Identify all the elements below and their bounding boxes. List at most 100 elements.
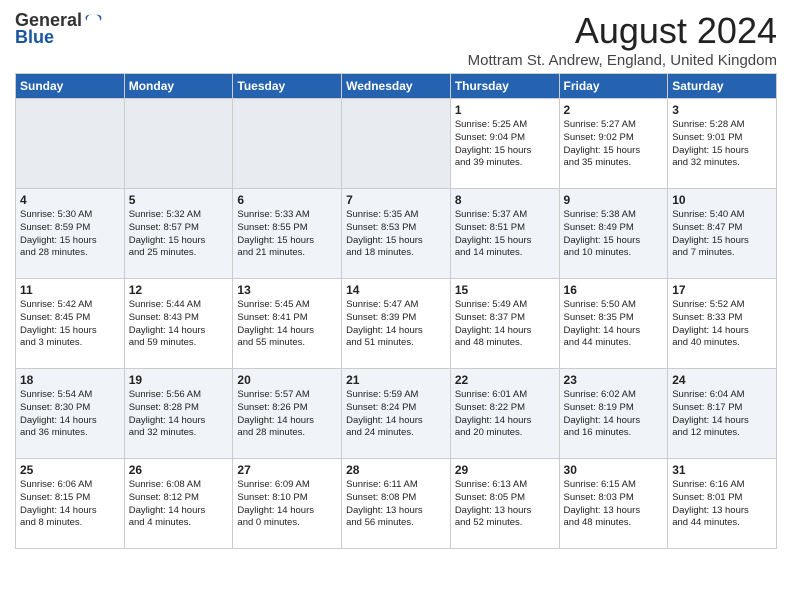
- cell-content: Sunrise: 5:54 AM Sunset: 8:30 PM Dayligh…: [20, 389, 120, 440]
- day-number: 23: [564, 373, 664, 387]
- calendar-cell: 14Sunrise: 5:47 AM Sunset: 8:39 PM Dayli…: [342, 279, 451, 369]
- cell-content: Sunrise: 5:32 AM Sunset: 8:57 PM Dayligh…: [129, 209, 229, 260]
- title-area: August 2024 Mottram St. Andrew, England,…: [468, 10, 777, 69]
- day-number: 13: [237, 283, 337, 297]
- logo: General Blue: [15, 10, 102, 48]
- header-wednesday: Wednesday: [342, 74, 451, 99]
- calendar-cell: [16, 99, 125, 189]
- day-number: 17: [672, 283, 772, 297]
- cell-content: Sunrise: 6:09 AM Sunset: 8:10 PM Dayligh…: [237, 479, 337, 530]
- page-header: General Blue August 2024 Mottram St. And…: [15, 10, 777, 69]
- calendar-cell: 8 Sunrise: 5:37 AM Sunset: 8:51 PM Daylig…: [450, 189, 559, 279]
- calendar-cell: 4 Sunrise: 5:30 AM Sunset: 8:59 PM Daylig…: [16, 189, 125, 279]
- day-number: 4: [20, 193, 120, 207]
- day-number: 29: [455, 463, 555, 477]
- calendar-cell: 19 Sunrise: 5:56 AM Sunset: 8:28 PM Dayli…: [124, 369, 233, 459]
- calendar-cell: [342, 99, 451, 189]
- day-number: 11: [20, 283, 120, 297]
- calendar-cell: 2Sunrise: 5:27 AM Sunset: 9:02 PM Daylig…: [559, 99, 668, 189]
- cell-content: Sunrise: 5:57 AM Sunset: 8:26 PM Dayligh…: [237, 389, 337, 440]
- day-number: 22: [455, 373, 555, 387]
- cell-content: Sunrise: 6:02 AM Sunset: 8:19 PM Dayligh…: [564, 389, 664, 440]
- cell-content: Sunrise: 5:44 AM Sunset: 8:43 PM Dayligh…: [129, 299, 229, 350]
- cell-content: Sunrise: 5:56 AM Sunset: 8:28 PM Dayligh…: [129, 389, 229, 440]
- header-row: SundayMondayTuesdayWednesdayThursdayFrid…: [16, 74, 777, 99]
- week-row-4: 18 Sunrise: 5:54 AM Sunset: 8:30 PM Dayli…: [16, 369, 777, 459]
- week-row-2: 4 Sunrise: 5:30 AM Sunset: 8:59 PM Daylig…: [16, 189, 777, 279]
- cell-content: Sunrise: 5:52 AM Sunset: 8:33 PM Dayligh…: [672, 299, 772, 350]
- cell-content: Sunrise: 5:59 AM Sunset: 8:24 PM Dayligh…: [346, 389, 446, 440]
- calendar-cell: 21 Sunrise: 5:59 AM Sunset: 8:24 PM Dayli…: [342, 369, 451, 459]
- calendar-cell: 7 Sunrise: 5:35 AM Sunset: 8:53 PM Daylig…: [342, 189, 451, 279]
- calendar-cell: 15 Sunrise: 5:49 AM Sunset: 8:37 PM Dayli…: [450, 279, 559, 369]
- logo-blue-text: Blue: [15, 27, 54, 48]
- day-number: 1: [455, 103, 555, 117]
- cell-content: Sunrise: 6:06 AM Sunset: 8:15 PM Dayligh…: [20, 479, 120, 530]
- header-friday: Friday: [559, 74, 668, 99]
- calendar-cell: 11 Sunrise: 5:42 AM Sunset: 8:45 PM Dayli…: [16, 279, 125, 369]
- calendar-cell: 10 Sunrise: 5:40 AM Sunset: 8:47 PM Dayli…: [668, 189, 777, 279]
- calendar-cell: 18 Sunrise: 5:54 AM Sunset: 8:30 PM Dayli…: [16, 369, 125, 459]
- calendar-cell: 9 Sunrise: 5:38 AM Sunset: 8:49 PM Daylig…: [559, 189, 668, 279]
- location-subtitle: Mottram St. Andrew, England, United King…: [468, 52, 777, 69]
- day-number: 21: [346, 373, 446, 387]
- day-number: 27: [237, 463, 337, 477]
- calendar-cell: 5 Sunrise: 5:32 AM Sunset: 8:57 PM Daylig…: [124, 189, 233, 279]
- calendar-cell: 12 Sunrise: 5:44 AM Sunset: 8:43 PM Dayli…: [124, 279, 233, 369]
- cell-content: Sunrise: 5:42 AM Sunset: 8:45 PM Dayligh…: [20, 299, 120, 350]
- calendar-cell: 30 Sunrise: 6:15 AM Sunset: 8:03 PM Dayli…: [559, 459, 668, 549]
- calendar-cell: 29 Sunrise: 6:13 AM Sunset: 8:05 PM Dayli…: [450, 459, 559, 549]
- day-number: 24: [672, 373, 772, 387]
- header-thursday: Thursday: [450, 74, 559, 99]
- cell-content: Sunrise: 6:13 AM Sunset: 8:05 PM Dayligh…: [455, 479, 555, 530]
- week-row-1: 1Sunrise: 5:25 AM Sunset: 9:04 PM Daylig…: [16, 99, 777, 189]
- day-number: 19: [129, 373, 229, 387]
- day-number: 18: [20, 373, 120, 387]
- day-number: 15: [455, 283, 555, 297]
- day-number: 16: [564, 283, 664, 297]
- calendar-cell: 24Sunrise: 6:04 AM Sunset: 8:17 PM Dayli…: [668, 369, 777, 459]
- calendar-cell: 23 Sunrise: 6:02 AM Sunset: 8:19 PM Dayli…: [559, 369, 668, 459]
- day-number: 8: [455, 193, 555, 207]
- cell-content: Sunrise: 5:38 AM Sunset: 8:49 PM Dayligh…: [564, 209, 664, 260]
- calendar-cell: 20 Sunrise: 5:57 AM Sunset: 8:26 PM Dayli…: [233, 369, 342, 459]
- cell-content: Sunrise: 6:11 AM Sunset: 8:08 PM Dayligh…: [346, 479, 446, 530]
- day-number: 20: [237, 373, 337, 387]
- day-number: 25: [20, 463, 120, 477]
- day-number: 5: [129, 193, 229, 207]
- calendar-cell: 17 Sunrise: 5:52 AM Sunset: 8:33 PM Dayli…: [668, 279, 777, 369]
- day-number: 14: [346, 283, 446, 297]
- cell-content: Sunrise: 5:49 AM Sunset: 8:37 PM Dayligh…: [455, 299, 555, 350]
- cell-content: Sunrise: 5:35 AM Sunset: 8:53 PM Dayligh…: [346, 209, 446, 260]
- day-number: 7: [346, 193, 446, 207]
- week-row-5: 25 Sunrise: 6:06 AM Sunset: 8:15 PM Dayli…: [16, 459, 777, 549]
- logo-bird-icon: [84, 12, 102, 30]
- day-number: 31: [672, 463, 772, 477]
- month-title: August 2024: [468, 10, 777, 52]
- cell-content: Sunrise: 5:50 AM Sunset: 8:35 PM Dayligh…: [564, 299, 664, 350]
- day-number: 10: [672, 193, 772, 207]
- day-number: 12: [129, 283, 229, 297]
- calendar-cell: 26Sunrise: 6:08 AM Sunset: 8:12 PM Dayli…: [124, 459, 233, 549]
- week-row-3: 11 Sunrise: 5:42 AM Sunset: 8:45 PM Dayli…: [16, 279, 777, 369]
- cell-content: Sunrise: 5:37 AM Sunset: 8:51 PM Dayligh…: [455, 209, 555, 260]
- calendar-table: SundayMondayTuesdayWednesdayThursdayFrid…: [15, 73, 777, 549]
- calendar-cell: 16 Sunrise: 5:50 AM Sunset: 8:35 PM Dayli…: [559, 279, 668, 369]
- calendar-cell: 31Sunrise: 6:16 AM Sunset: 8:01 PM Dayli…: [668, 459, 777, 549]
- calendar-cell: 13 Sunrise: 5:45 AM Sunset: 8:41 PM Dayli…: [233, 279, 342, 369]
- day-number: 9: [564, 193, 664, 207]
- cell-content: Sunrise: 5:30 AM Sunset: 8:59 PM Dayligh…: [20, 209, 120, 260]
- calendar-cell: 27 Sunrise: 6:09 AM Sunset: 8:10 PM Dayli…: [233, 459, 342, 549]
- calendar-cell: 3Sunrise: 5:28 AM Sunset: 9:01 PM Daylig…: [668, 99, 777, 189]
- day-number: 30: [564, 463, 664, 477]
- day-number: 3: [672, 103, 772, 117]
- header-monday: Monday: [124, 74, 233, 99]
- day-number: 28: [346, 463, 446, 477]
- calendar-cell: [124, 99, 233, 189]
- cell-content: Sunrise: 5:40 AM Sunset: 8:47 PM Dayligh…: [672, 209, 772, 260]
- cell-content: Sunrise: 6:15 AM Sunset: 8:03 PM Dayligh…: [564, 479, 664, 530]
- cell-content: Sunrise: 5:45 AM Sunset: 8:41 PM Dayligh…: [237, 299, 337, 350]
- cell-content: Sunrise: 5:33 AM Sunset: 8:55 PM Dayligh…: [237, 209, 337, 260]
- day-number: 26: [129, 463, 229, 477]
- calendar-cell: 28 Sunrise: 6:11 AM Sunset: 8:08 PM Dayli…: [342, 459, 451, 549]
